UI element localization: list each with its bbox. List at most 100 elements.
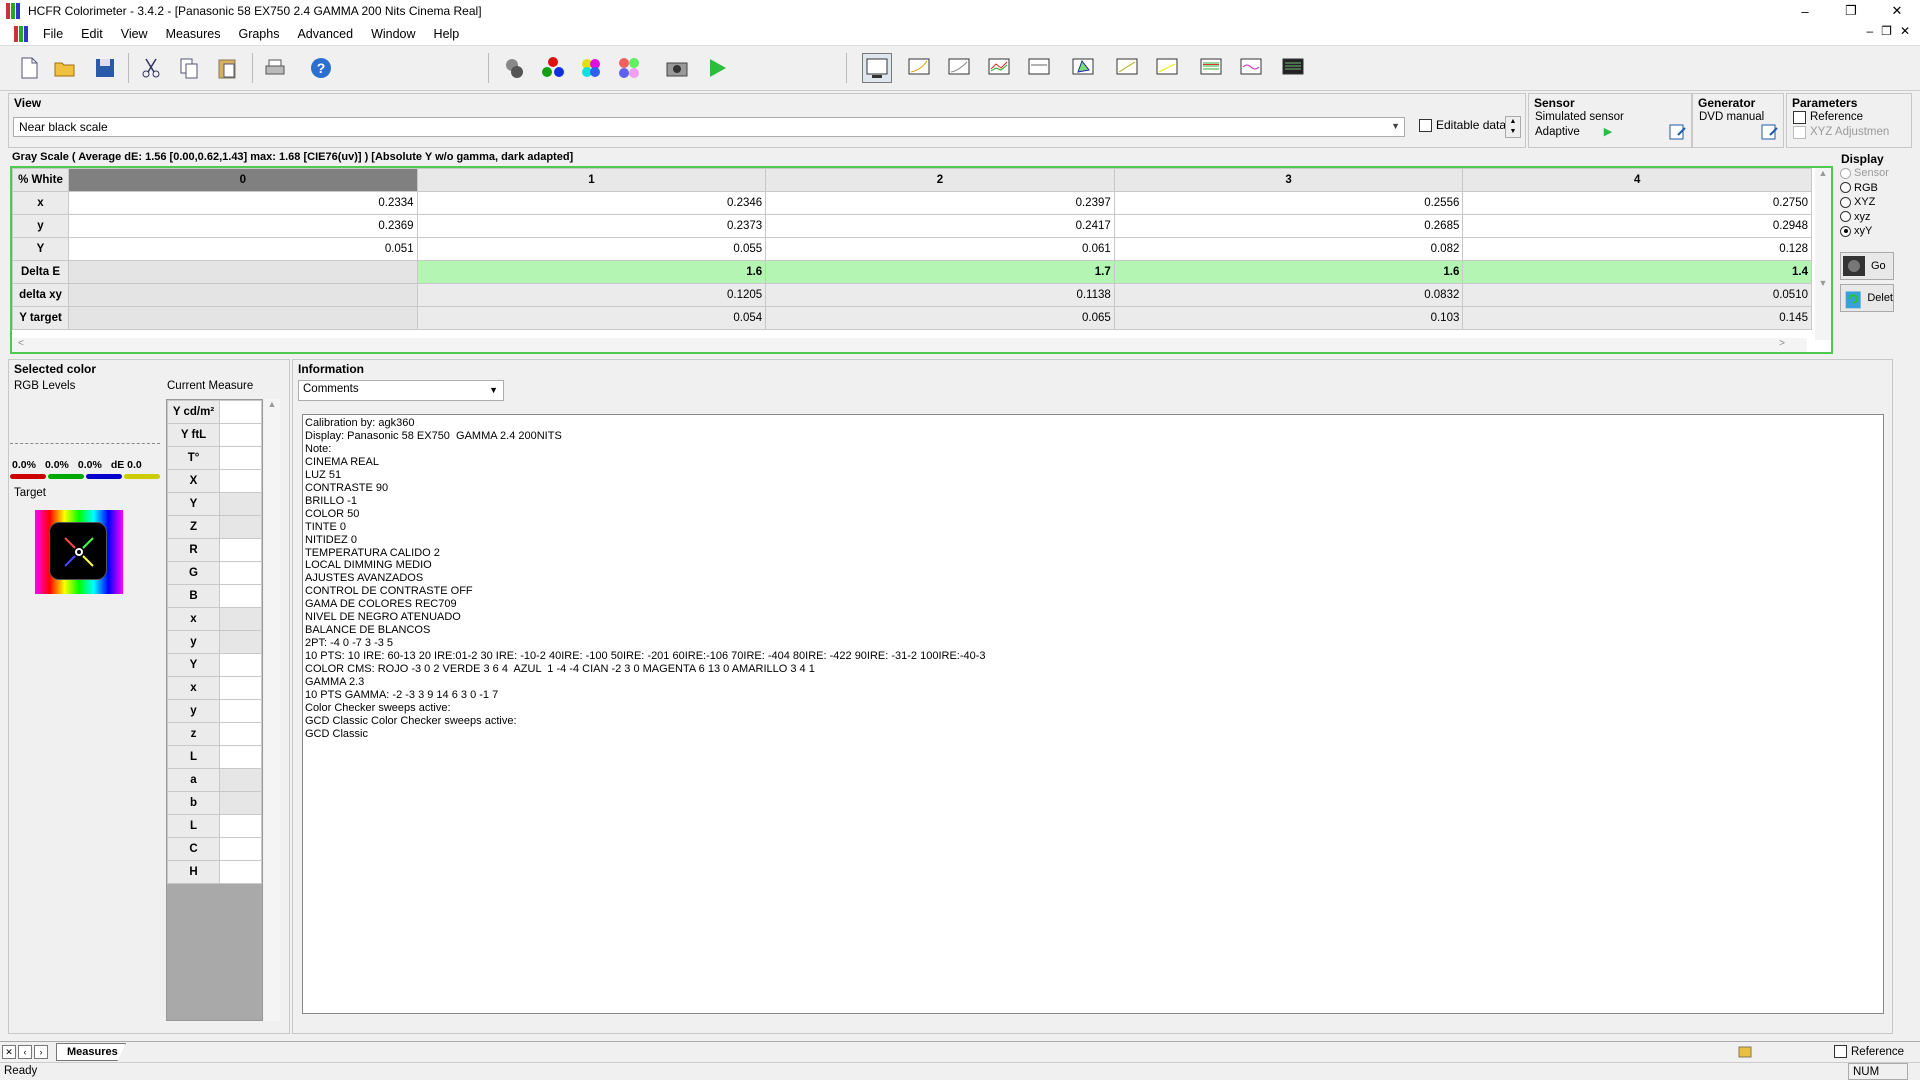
primary-colors-icon[interactable] [538,53,568,83]
information-dropdown[interactable]: Comments ▼ [298,380,504,401]
rgb-graph-icon[interactable] [984,53,1014,83]
grid-cell[interactable]: 1.7 [765,260,1115,284]
grid-cell[interactable]: 0.082 [1113,237,1464,261]
document-icon[interactable] [14,25,30,42]
column-header[interactable]: 1 [416,168,767,192]
close-button[interactable]: ✕ [1874,0,1920,22]
reference-bottom-checkbox[interactable]: Reference [1834,1045,1904,1058]
menu-view[interactable]: View [112,27,157,41]
go-button[interactable]: Go [1840,252,1894,280]
grid-cell[interactable]: 0.103 [1113,306,1464,330]
menu-window[interactable]: Window [362,27,424,41]
grid-cell[interactable]: 0.0510 [1462,283,1812,307]
tab-measures[interactable]: Measures [56,1043,126,1061]
saturation-shift-graph-icon[interactable] [1236,53,1266,83]
mdi-minimize-button[interactable]: – [1866,24,1873,38]
mdi-close-button[interactable]: ✕ [1900,24,1910,38]
sensor-icon[interactable] [500,53,530,83]
column-header[interactable]: 0 [68,168,418,192]
grid-cell[interactable]: 0.2369 [68,214,418,238]
editable-data-checkbox[interactable]: Editable data [1419,118,1506,132]
comments-textarea[interactable]: Calibration by: agk360 Display: Panasoni… [302,414,1884,1014]
grid-cell[interactable]: 0.2346 [416,191,767,215]
gamma-graph-icon[interactable] [904,53,934,83]
measures-view-icon[interactable] [862,53,892,83]
grid-cell[interactable]: 0.145 [1462,306,1812,330]
grid-cell[interactable] [68,260,418,284]
grid-cell[interactable]: 0.2556 [1113,191,1464,215]
grid-vertical-scrollbar[interactable]: ▲ ▼ [1815,168,1831,340]
save-icon[interactable] [90,53,120,83]
restore-button[interactable]: ❐ [1828,0,1874,22]
display-option-xyz-upper[interactable]: XYZ [1836,195,1920,210]
menu-help[interactable]: Help [425,27,469,41]
menu-graphs[interactable]: Graphs [229,27,288,41]
menu-advanced[interactable]: Advanced [288,27,362,41]
grid-cell[interactable]: 0.061 [765,237,1115,261]
camera-icon[interactable] [662,53,692,83]
grid-cell[interactable]: 1.4 [1462,260,1812,284]
display-option-sensor[interactable]: Sensor [1836,166,1920,181]
grid-cell[interactable]: 0.2750 [1462,191,1812,215]
grid-cell[interactable]: 0.2417 [765,214,1115,238]
display-option-xyy[interactable]: xyY [1836,224,1920,239]
grid-cell[interactable]: 0.1205 [416,283,767,307]
grid-cell[interactable]: 0.0832 [1113,283,1464,307]
secondary-colors-icon[interactable] [576,53,606,83]
cut-icon[interactable] [136,53,166,83]
tab-next-icon[interactable]: › [34,1045,48,1059]
menu-edit[interactable]: Edit [72,27,112,41]
new-file-icon[interactable] [14,53,44,83]
print-icon[interactable] [260,53,290,83]
near-white-graph-icon[interactable] [1152,53,1182,83]
luminance-graph-icon[interactable] [944,53,974,83]
grid-cell[interactable] [68,306,418,330]
grid-cell[interactable]: 0.051 [68,237,418,261]
grid-horizontal-scrollbar[interactable]: < > [12,338,1807,352]
near-black-graph-icon[interactable] [1112,53,1142,83]
column-header[interactable]: 2 [765,168,1115,192]
grid-cell[interactable]: 0.2685 [1113,214,1464,238]
grid-cell[interactable] [68,283,418,307]
grid-cell[interactable]: 1.6 [416,260,767,284]
measure-scrollbar[interactable]: ▲ [264,399,280,1021]
mdi-restore-button[interactable]: ❐ [1881,24,1892,38]
grid-cell[interactable]: 0.2948 [1462,214,1812,238]
grid-cell[interactable]: 0.2334 [68,191,418,215]
sensor-config-icon[interactable] [1669,123,1687,141]
minimize-button[interactable]: – [1782,0,1828,22]
color-checker-icon[interactable] [614,53,644,83]
column-header[interactable]: 4 [1462,168,1812,192]
grid-cell[interactable]: 0.065 [765,306,1115,330]
color-temp-graph-icon[interactable] [1024,53,1054,83]
delete-button[interactable]: Delet [1840,284,1894,312]
open-folder-icon[interactable] [50,53,80,83]
copy-icon[interactable] [174,53,204,83]
generator-config-icon[interactable] [1761,123,1779,141]
display-option-rgb[interactable]: RGB [1836,181,1920,196]
column-header[interactable]: 3 [1113,168,1464,192]
play-icon[interactable]: ▶ [1604,125,1612,140]
grid-cell[interactable]: 0.128 [1462,237,1812,261]
play-icon[interactable] [702,53,732,83]
reference-checkbox[interactable]: Reference [1787,110,1911,125]
menu-measures[interactable]: Measures [157,27,230,41]
grid-cell[interactable]: 0.2397 [765,191,1115,215]
measures-combo-graph-icon[interactable] [1278,53,1308,83]
tab-prev-icon[interactable]: ‹ [18,1045,32,1059]
menu-file[interactable]: File [34,27,72,41]
view-dropdown[interactable]: Near black scale ▼ [13,117,1405,137]
grid-cell[interactable]: 0.055 [416,237,767,261]
help-icon[interactable]: ? [306,53,336,83]
display-option-xyz-lower[interactable]: xyz [1836,210,1920,225]
paste-icon[interactable] [212,53,242,83]
grid-cell[interactable]: 1.6 [1113,260,1464,284]
close-tab-icon[interactable]: ✕ [2,1045,16,1059]
cie-chart-icon[interactable] [1068,53,1098,83]
editable-spinner[interactable]: ▲ ▼ [1505,116,1521,138]
grid-cell[interactable]: 0.1138 [765,283,1115,307]
xyz-adjustment-checkbox[interactable]: XYZ Adjustmen [1787,125,1911,140]
saturation-graph-icon[interactable] [1196,53,1226,83]
grid-cell[interactable]: 0.054 [416,306,767,330]
grid-cell[interactable]: 0.2373 [416,214,767,238]
